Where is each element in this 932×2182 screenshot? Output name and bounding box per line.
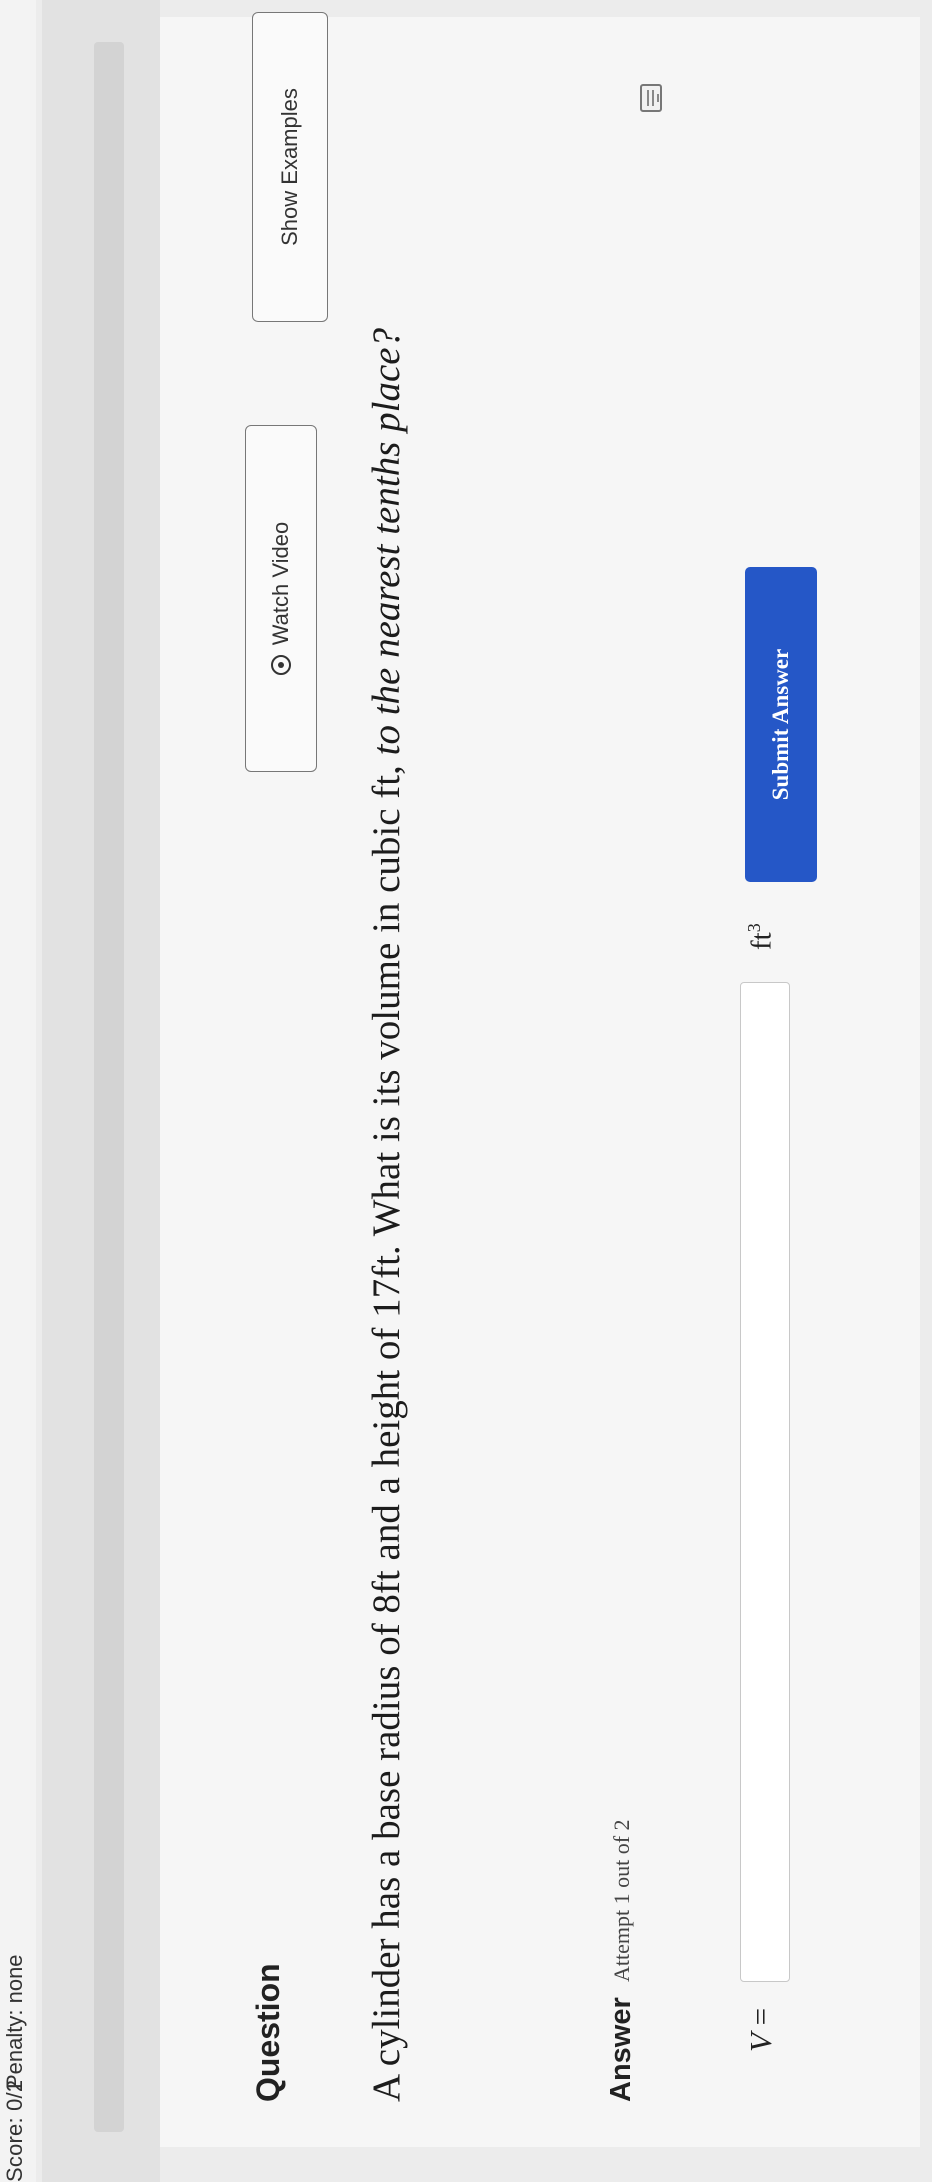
question-text: A cylinder has a base radius of 8ft and … <box>360 22 413 2102</box>
unit-text: ft <box>745 932 778 950</box>
score-bar: Score: 0/2 Penalty: none <box>0 0 36 2182</box>
variable-label: V = <box>743 2008 779 2052</box>
attempt-counter: Attempt 1 out of 2 <box>609 1819 634 1982</box>
question-text-emphasis: to the nearest tenths place? <box>365 327 408 756</box>
watch-video-button[interactable]: Watch Video <box>245 425 317 772</box>
equals-sign: = <box>743 2007 778 2026</box>
variable-symbol: V <box>743 2033 778 2052</box>
question-title: Question <box>250 1963 286 2102</box>
header-strip <box>42 0 160 2182</box>
play-circle-icon <box>271 655 291 676</box>
score-text: Score: 0/2 <box>2 2079 27 2182</box>
submit-answer-button[interactable]: Submit Answer <box>745 567 817 882</box>
show-examples-button[interactable]: Show Examples <box>252 12 328 322</box>
unit-exponent: 3 <box>744 923 764 933</box>
question-card <box>160 17 920 2147</box>
show-examples-label: Show Examples <box>277 88 302 246</box>
keyboard-icon[interactable] <box>640 84 662 112</box>
watch-video-label: Watch Video <box>268 521 293 646</box>
rotated-page: Score: 0/2 Penalty: none Question Watch … <box>0 0 932 2182</box>
answer-input[interactable] <box>740 982 790 1982</box>
unit-label: ft3 <box>744 923 779 950</box>
answer-label: Answer <box>605 1997 637 2102</box>
penalty-text: Penalty: none <box>2 1954 27 2089</box>
question-text-main: A cylinder has a base radius of 8ft and … <box>365 755 408 2102</box>
progress-track <box>94 42 124 2132</box>
